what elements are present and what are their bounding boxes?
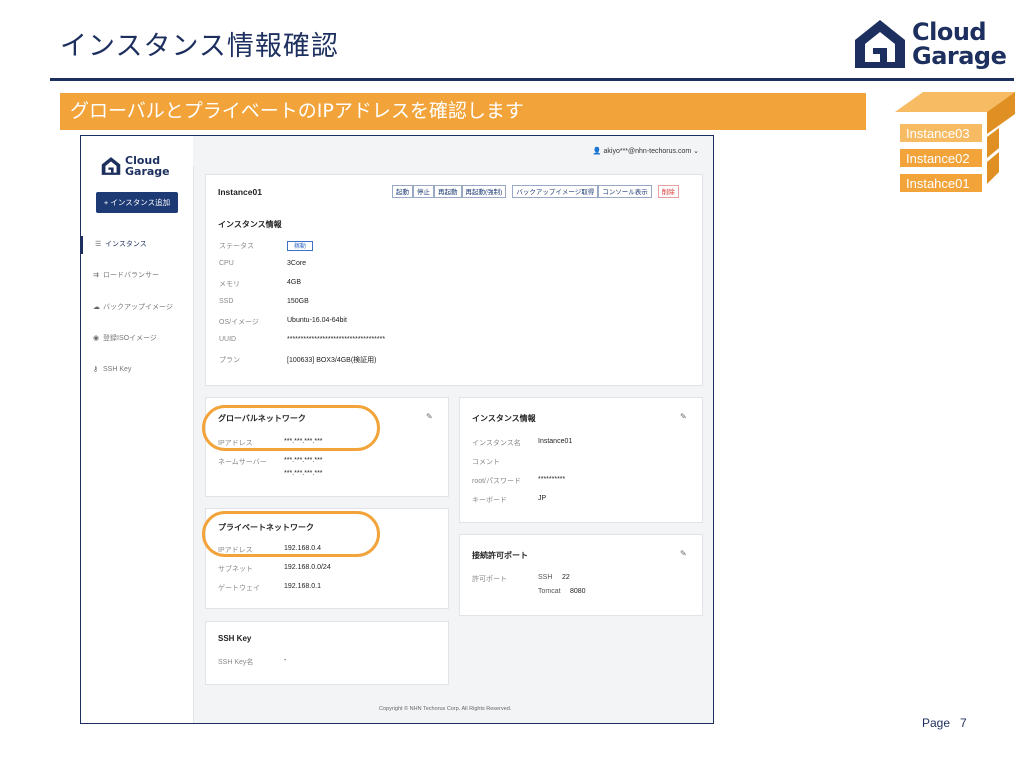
- top-bar: 👤 akiyo***@nhn-techorus.com ⌄: [193, 136, 713, 166]
- uuid-value: ************************************: [287, 336, 386, 343]
- port-name: Tomcat: [538, 588, 561, 595]
- list-icon: ☰: [95, 241, 102, 248]
- app-logo-icon: [101, 157, 121, 175]
- key-icon: ⚷: [93, 366, 99, 373]
- sidebar-item-backup[interactable]: ☁ バックアップイメージ: [81, 299, 193, 317]
- restart-button[interactable]: 再起動: [434, 185, 462, 198]
- pencil-icon[interactable]: ✎: [426, 412, 433, 421]
- instance-card: Instance01 起動 停止 再起動 再起動(強制) バックアップイメージ取…: [205, 174, 703, 386]
- title-divider: [50, 78, 1014, 81]
- instance-name-value: Instance01: [538, 438, 573, 445]
- memory-label: メモリ: [219, 281, 240, 288]
- chevron-down-icon: ⌄: [693, 148, 699, 155]
- add-instance-button[interactable]: + インスタンス追加: [96, 192, 178, 213]
- cloud-icon: ☁: [93, 304, 100, 311]
- user-icon: 👤: [592, 148, 602, 155]
- memory-value: 4GB: [287, 279, 302, 286]
- logo-wordmark: Cloud Garage: [912, 18, 1007, 70]
- user-email: akiyo***@nhn-techorus.com: [603, 148, 692, 155]
- root-password-value: **********: [538, 476, 566, 483]
- info-section-title: インスタンス情報: [218, 220, 282, 229]
- instance-stack-item: Instance03: [899, 123, 983, 143]
- disc-icon: ◉: [93, 335, 100, 342]
- plan-value: [100633] BOX3/4GB(検証用): [287, 357, 377, 364]
- logo-line-2: Garage: [912, 42, 1007, 70]
- loadbalancer-icon: ⇉: [93, 272, 99, 279]
- app-logo-text: Cloud Garage: [125, 155, 170, 177]
- sshkey-name-value: -: [284, 657, 287, 664]
- details-title: インスタンス情報: [472, 414, 536, 423]
- sidebar-item-label: 登録ISOイメージ: [103, 335, 157, 342]
- ssd-value: 150GB: [287, 298, 309, 305]
- start-button[interactable]: 起動: [392, 185, 413, 198]
- subnet-label: サブネット: [218, 566, 253, 573]
- console-button[interactable]: コンソール表示: [598, 185, 652, 198]
- page-number: Page 7: [922, 716, 967, 730]
- status-badge: 稼動: [287, 241, 314, 251]
- user-menu[interactable]: 👤 akiyo***@nhn-techorus.com ⌄: [593, 147, 699, 155]
- instance-stack-item: Instance02: [899, 148, 983, 168]
- os-label: OS/イメージ: [219, 319, 259, 326]
- uuid-label: UUID: [219, 336, 237, 343]
- subnet-value: 192.168.0.0/24: [284, 564, 331, 571]
- pencil-icon[interactable]: ✎: [680, 549, 687, 558]
- slide-title: インスタンス情報確認: [60, 31, 339, 62]
- app-logo-line-2: Garage: [125, 165, 170, 178]
- cpu-value: 3Core: [287, 260, 307, 267]
- highlight-oval: [202, 511, 380, 557]
- force-restart-button[interactable]: 再起動(強制): [461, 185, 507, 198]
- nameserver-label: ネームサーバー: [218, 459, 267, 466]
- page-label: Page: [922, 716, 951, 730]
- sshkey-title: SSH Key: [218, 634, 252, 643]
- highlight-oval: [202, 405, 380, 451]
- keyboard-value: JP: [538, 495, 547, 502]
- instance-stack-item: Instahce01: [899, 173, 983, 193]
- port-number: 8080: [570, 588, 586, 595]
- cloudgarage-logo-icon: [855, 20, 905, 68]
- sidebar-item-loadbalancer[interactable]: ⇉ ロードバランサー: [81, 267, 193, 285]
- pencil-icon[interactable]: ✎: [680, 412, 687, 421]
- port-number: 22: [562, 574, 570, 581]
- plan-label: プラン: [219, 357, 240, 364]
- comment-label: コメント: [472, 459, 500, 466]
- sidebar: Cloud Garage + インスタンス追加 ☰ インスタンス ⇉ ロードバランサ…: [81, 136, 194, 723]
- root-password-label: root/パスワード: [472, 478, 522, 485]
- nameserver-value-2: ***.***.***.***: [284, 470, 323, 477]
- action-button-group: 起動 停止 再起動 再起動(強制) バックアップイメージ取得 コンソール表示 削…: [392, 185, 679, 198]
- delete-button[interactable]: 削除: [657, 185, 679, 198]
- sidebar-item-label: インスタンス: [105, 241, 147, 248]
- sidebar-item-label: SSH Key: [103, 366, 132, 373]
- nameserver-value-1: ***.***.***.***: [284, 457, 323, 464]
- logo-line-1: Cloud: [912, 18, 987, 46]
- ports-label: 許可ポート: [472, 576, 507, 583]
- console-screenshot: Cloud Garage + インスタンス追加 ☰ インスタンス ⇉ ロードバランサ…: [80, 135, 714, 724]
- sidebar-item-label: バックアップイメージ: [103, 304, 173, 311]
- sidebar-item-sshkey[interactable]: ⚷ SSH Key: [81, 361, 193, 379]
- status-label: ステータス: [219, 243, 254, 250]
- backup-image-button[interactable]: バックアップイメージ取得: [512, 185, 599, 198]
- instance-name-label: インスタンス名: [472, 440, 521, 447]
- ssd-label: SSD: [219, 298, 234, 305]
- stop-button[interactable]: 停止: [413, 185, 434, 198]
- sidebar-item-iso[interactable]: ◉ 登録ISOイメージ: [81, 330, 193, 348]
- os-value: Ubuntu-16.04-64bit: [287, 317, 347, 324]
- sshkey-card: SSH Key SSH Key名 -: [205, 621, 449, 685]
- sshkey-name-label: SSH Key名: [218, 659, 254, 666]
- page-value: 7: [960, 716, 967, 730]
- instruction-banner: グローバルとプライベートのIPアドレスを確認します: [60, 93, 866, 130]
- cpu-label: CPU: [219, 260, 234, 267]
- copyright-footer: Copyright © NHN Techorus Corp. All Right…: [379, 706, 512, 712]
- port-name: SSH: [538, 574, 553, 581]
- ports-title: 接続許可ポート: [472, 551, 528, 560]
- gateway-label: ゲートウェイ: [218, 585, 260, 592]
- instance-details-card: インスタンス情報 ✎ インスタンス名 Instance01 コメント root/…: [459, 397, 703, 523]
- allowed-ports-card: 接続許可ポート ✎ 許可ポート SSH 22 Tomcat 8080: [459, 534, 703, 616]
- gateway-value: 192.168.0.1: [284, 583, 321, 590]
- instance-name: Instance01: [218, 187, 262, 197]
- keyboard-label: キーボード: [472, 497, 507, 504]
- sidebar-item-label: ロードバランサー: [103, 272, 159, 279]
- sidebar-item-instances[interactable]: ☰ インスタンス: [81, 236, 193, 254]
